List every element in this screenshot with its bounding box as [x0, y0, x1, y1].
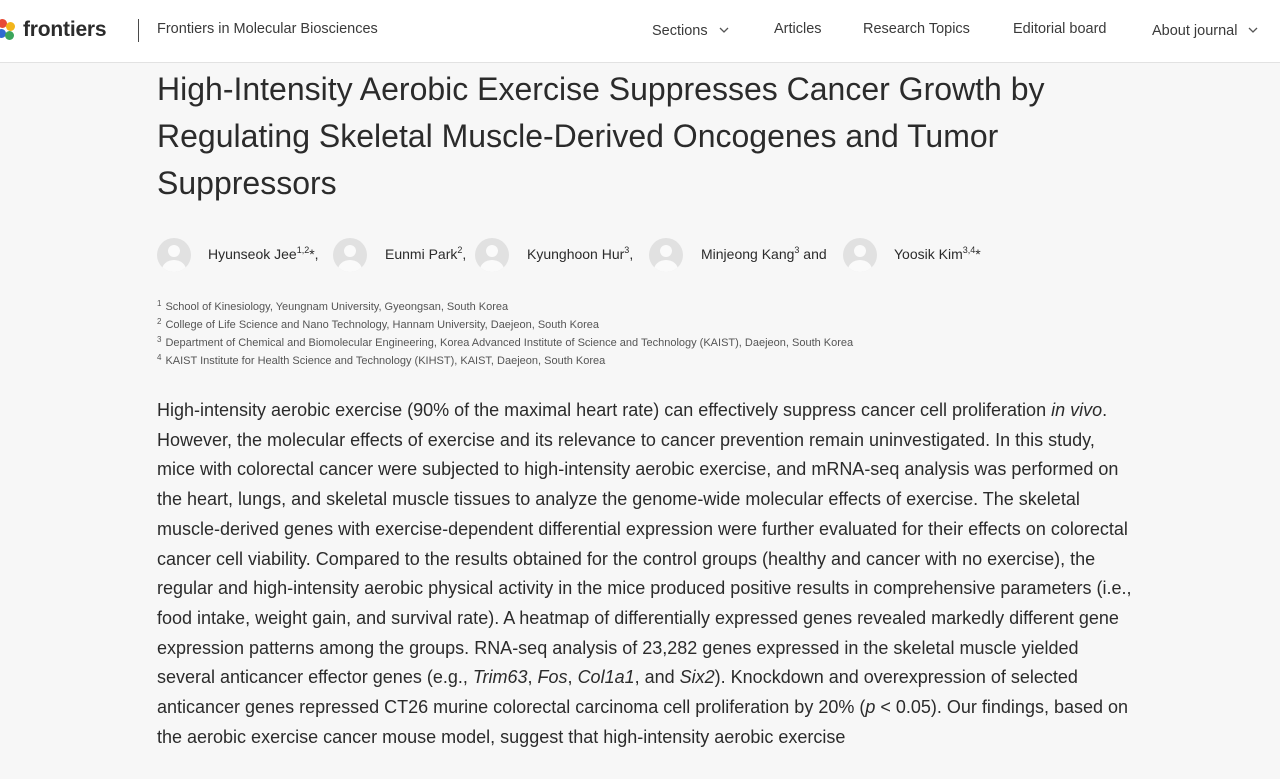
nav-articles[interactable]: Articles: [774, 21, 822, 37]
affiliation-item: 2 College of Life Science and Nano Techno…: [157, 317, 599, 332]
nav-research-topics[interactable]: Research Topics: [863, 21, 970, 37]
chevron-down-icon: [1248, 21, 1258, 37]
author-list: Hyunseok Jee1,2*, Eunmi Park2, Kyunghoon…: [157, 238, 1137, 272]
author-name: Hyunseok Jee1,2*,: [208, 245, 319, 263]
top-navigation-bar: frontiers Frontiers in Molecular Bioscie…: [0, 0, 1280, 63]
affiliation-item: 3 Department of Chemical and Biomolecular…: [157, 335, 854, 350]
affiliation-item: 4 KAIST Institute for Health Science and …: [157, 353, 606, 368]
header-divider: [138, 19, 139, 42]
nav-about-journal-label: About journal: [1152, 23, 1238, 39]
author-name: Yoosik Kim3,4*: [894, 245, 981, 263]
logo-text: frontiers: [23, 18, 107, 41]
article-title: High-Intensity Aerobic Exercise Suppress…: [157, 71, 1045, 201]
chevron-down-icon: [719, 21, 729, 37]
affiliation-item: 1 School of Kinesiology, Yeungnam Univers…: [157, 299, 509, 314]
avatar: [157, 238, 191, 272]
affiliation-list: 1 School of Kinesiology, Yeungnam Univers…: [157, 298, 1137, 370]
abstract-text: High-intensity aerobic exercise (90% of …: [157, 400, 1132, 747]
nav-sections-label: Sections: [652, 23, 708, 39]
nav-sections[interactable]: Sections: [652, 21, 729, 39]
avatar: [333, 238, 367, 272]
author-name: Kyunghoon Hur3,: [527, 245, 634, 263]
avatar: [475, 238, 509, 272]
journal-name-link[interactable]: Frontiers in Molecular Biosciences: [157, 21, 378, 37]
nav-about-journal[interactable]: About journal: [1152, 21, 1258, 39]
author-name: Eunmi Park2,: [385, 245, 467, 263]
frontiers-logo-icon: [0, 19, 20, 41]
nav-editorial-board[interactable]: Editorial board: [1013, 21, 1107, 37]
frontiers-logo[interactable]: frontiers: [0, 14, 107, 46]
avatar: [649, 238, 683, 272]
avatar: [843, 238, 877, 272]
author-name: Minjeong Kang3 and: [701, 245, 827, 263]
